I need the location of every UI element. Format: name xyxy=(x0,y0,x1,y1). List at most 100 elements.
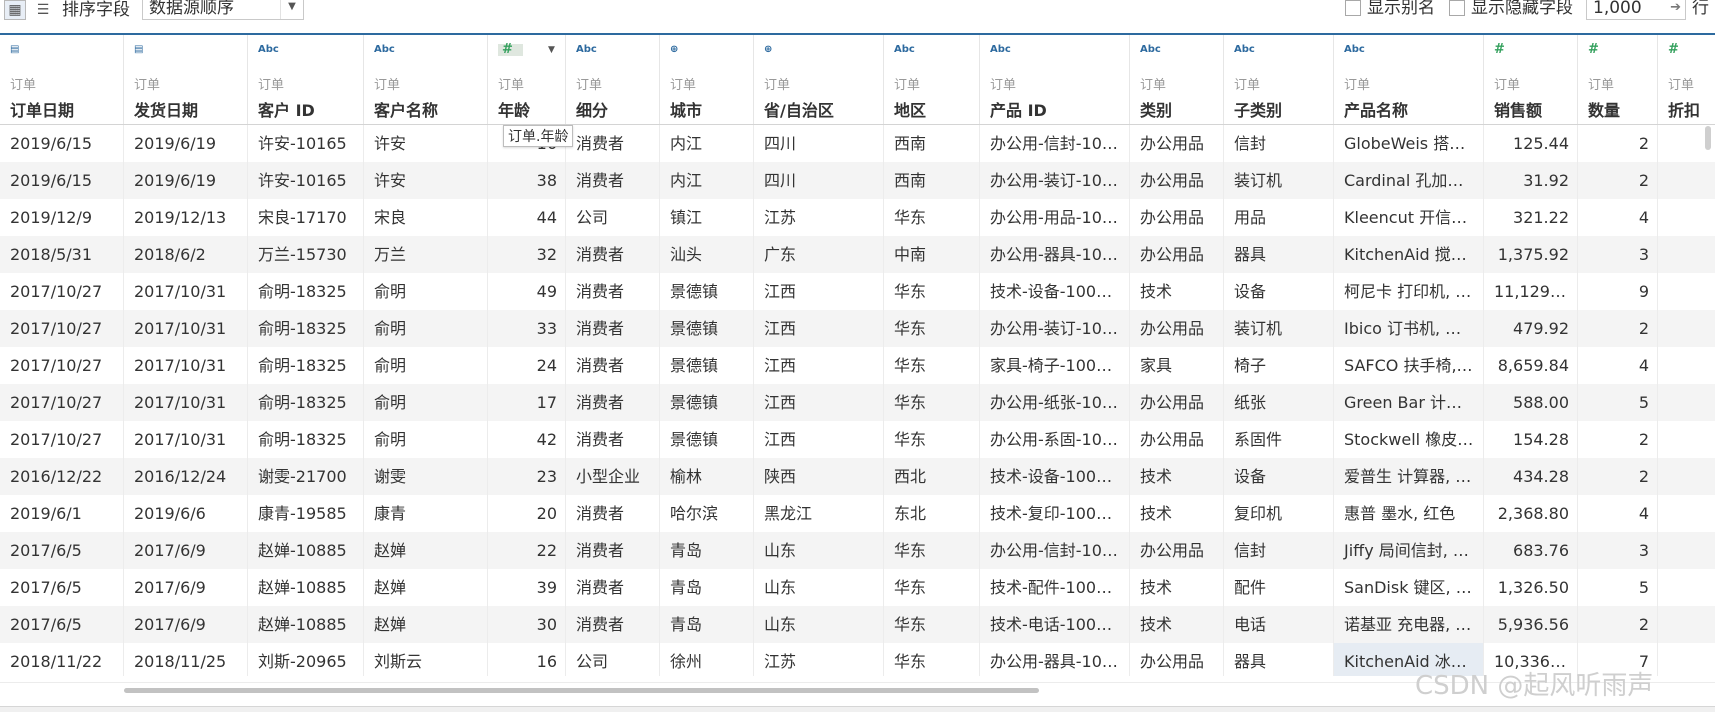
table-cell[interactable]: 宋良-17170 xyxy=(248,199,364,236)
table-cell[interactable]: 公司 xyxy=(566,643,660,676)
table-cell[interactable]: 刘斯云 xyxy=(364,643,488,676)
table-cell[interactable]: 系固件 xyxy=(1224,421,1334,458)
table-cell[interactable]: 24 xyxy=(488,347,566,384)
table-cell[interactable]: 消费者 xyxy=(566,273,660,310)
table-cell[interactable]: 2017/10/27 xyxy=(0,273,124,310)
table-cell[interactable]: 2017/10/31 xyxy=(124,384,248,421)
table-cell[interactable]: 消费者 xyxy=(566,347,660,384)
show-hidden-fields-label[interactable]: 显示隐藏字段 xyxy=(1471,0,1573,18)
column-header[interactable]: # 订单 折扣 xyxy=(1658,35,1715,124)
table-cell[interactable]: 小型企业 xyxy=(566,458,660,495)
table-cell[interactable]: 588.00 xyxy=(1484,384,1578,421)
table-cell[interactable]: 技术-复印-10002... xyxy=(980,495,1130,532)
table-cell[interactable]: 技术 xyxy=(1130,495,1224,532)
column-header[interactable]: Abc 订单 细分 xyxy=(566,35,660,124)
column-field-name[interactable]: 产品 ID xyxy=(990,97,1047,121)
table-cell[interactable]: 山东 xyxy=(754,569,884,606)
table-cell[interactable]: 办公用品 xyxy=(1130,125,1224,162)
table-cell[interactable]: 汕头 xyxy=(660,236,754,273)
table-cell[interactable]: 江西 xyxy=(754,384,884,421)
table-row[interactable]: 2017/6/5 2017/6/9 赵婵-10885 赵婵 39 消费者 青岛 山东 华东 技术-… xyxy=(0,569,1715,606)
table-cell[interactable]: 4 xyxy=(1578,199,1658,236)
table-cell[interactable]: 技术-电话-10004... xyxy=(980,606,1130,643)
table-cell[interactable]: 2 xyxy=(1578,458,1658,495)
table-cell[interactable]: 赵婵 xyxy=(364,569,488,606)
column-field-name[interactable]: 销售额 xyxy=(1494,97,1542,121)
table-cell[interactable]: 青岛 xyxy=(660,532,754,569)
num-type-icon[interactable]: # xyxy=(498,43,523,56)
table-cell[interactable]: 消费者 xyxy=(566,495,660,532)
column-header[interactable]: # 订单 销售额 xyxy=(1484,35,1578,124)
table-row[interactable]: 2016/12/22 2016/12/24 谢雯-21700 谢雯 23 小型企业 榆林 陕西… xyxy=(0,458,1715,495)
column-header[interactable]: ⊕ 订单 城市 xyxy=(660,35,754,124)
str-type-icon[interactable]: Abc xyxy=(258,44,279,56)
table-cell[interactable]: 康青 xyxy=(364,495,488,532)
table-cell[interactable]: 信封 xyxy=(1224,532,1334,569)
column-header[interactable]: Abc 订单 产品 ID xyxy=(980,35,1130,124)
table-cell[interactable]: 办公用品 xyxy=(1130,199,1224,236)
table-cell[interactable]: 配件 xyxy=(1224,569,1334,606)
table-cell[interactable]: 办公用品 xyxy=(1130,532,1224,569)
table-cell[interactable]: 办公用品 xyxy=(1130,643,1224,676)
table-cell[interactable]: 消费者 xyxy=(566,384,660,421)
table-cell[interactable]: 华东 xyxy=(884,569,980,606)
table-cell[interactable]: KitchenAid 搅拌... xyxy=(1334,236,1484,273)
table-cell[interactable]: 44 xyxy=(488,199,566,236)
table-cell[interactable]: 俞明-18325 xyxy=(248,384,364,421)
table-cell[interactable]: 家具-椅子-10000... xyxy=(980,347,1130,384)
table-cell[interactable]: 许安 xyxy=(364,125,488,162)
table-cell[interactable]: 3 xyxy=(1578,236,1658,273)
table-cell[interactable]: 内江 xyxy=(660,162,754,199)
table-cell[interactable]: 器具 xyxy=(1224,236,1334,273)
table-cell[interactable]: 江西 xyxy=(754,421,884,458)
table-cell[interactable]: 154.28 xyxy=(1484,421,1578,458)
table-cell[interactable]: 宋良 xyxy=(364,199,488,236)
table-cell[interactable]: 2019/6/6 xyxy=(124,495,248,532)
geo-type-icon[interactable]: ⊕ xyxy=(764,44,772,56)
table-cell[interactable]: 5 xyxy=(1578,384,1658,421)
table-cell[interactable]: 办公用-信封-100... xyxy=(980,532,1130,569)
chevron-down-icon[interactable]: ▼ xyxy=(548,45,555,55)
column-field-name[interactable]: 类别 xyxy=(1140,97,1172,121)
table-cell[interactable]: 1,326.50 xyxy=(1484,569,1578,606)
table-cell[interactable]: 电话 xyxy=(1224,606,1334,643)
table-cell[interactable]: 华东 xyxy=(884,310,980,347)
table-cell[interactable]: 消费者 xyxy=(566,162,660,199)
table-row[interactable]: 2017/6/5 2017/6/9 赵婵-10885 赵婵 30 消费者 青岛 山东 华东 技术-… xyxy=(0,606,1715,643)
table-cell[interactable]: Stockwell 橡皮筋,... xyxy=(1334,421,1484,458)
table-cell[interactable]: 2016/12/22 xyxy=(0,458,124,495)
table-cell[interactable]: 西北 xyxy=(884,458,980,495)
table-cell[interactable]: Jiffy 局间信封, 银色 xyxy=(1334,532,1484,569)
table-cell[interactable]: 信封 xyxy=(1224,125,1334,162)
sort-field-select[interactable]: 数据源顺序 ▼ xyxy=(142,0,304,20)
column-field-name[interactable]: 地区 xyxy=(894,97,926,121)
table-cell[interactable]: 2017/10/31 xyxy=(124,273,248,310)
table-cell[interactable]: 2017/6/5 xyxy=(0,532,124,569)
table-cell[interactable]: 2017/10/27 xyxy=(0,347,124,384)
table-cell[interactable]: 2019/6/15 xyxy=(0,162,124,199)
column-header[interactable]: Abc 订单 客户 ID xyxy=(248,35,364,124)
table-cell[interactable]: Kleencut 开信刀, ... xyxy=(1334,199,1484,236)
table-cell[interactable]: 设备 xyxy=(1224,458,1334,495)
table-cell[interactable]: 办公用-器具-100... xyxy=(980,236,1130,273)
table-cell[interactable]: 俞明 xyxy=(364,347,488,384)
table-cell[interactable]: 2017/10/27 xyxy=(0,310,124,347)
table-cell[interactable]: 消费者 xyxy=(566,125,660,162)
table-cell[interactable]: 四川 xyxy=(754,162,884,199)
table-cell[interactable]: 4 xyxy=(1578,495,1658,532)
column-field-name[interactable]: 折扣 xyxy=(1668,97,1700,121)
table-cell[interactable]: 2 xyxy=(1578,310,1658,347)
table-cell[interactable]: 器具 xyxy=(1224,643,1334,676)
str-type-icon[interactable]: Abc xyxy=(1344,44,1365,56)
table-cell[interactable]: 赵婵-10885 xyxy=(248,606,364,643)
table-cell[interactable]: 2 xyxy=(1578,125,1658,162)
table-cell[interactable]: 爱普生 计算器, 耐用 xyxy=(1334,458,1484,495)
table-cell[interactable]: 办公用-系固-100... xyxy=(980,421,1130,458)
str-type-icon[interactable]: Abc xyxy=(576,44,597,56)
column-header[interactable]: Abc 订单 产品名称 xyxy=(1334,35,1484,124)
table-cell[interactable]: 5 xyxy=(1578,569,1658,606)
column-header[interactable]: ⊕ 订单 省/自治区 xyxy=(754,35,884,124)
table-cell[interactable]: 消费者 xyxy=(566,606,660,643)
table-cell[interactable]: 23 xyxy=(488,458,566,495)
table-cell[interactable]: 办公用-装订-100... xyxy=(980,310,1130,347)
